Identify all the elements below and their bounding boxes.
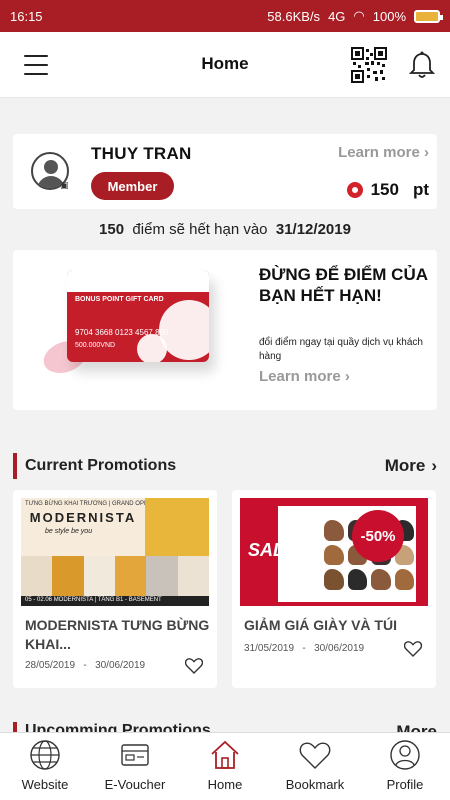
profile-icon xyxy=(390,740,420,770)
expiry-text: điểm sẽ hết hạn vào xyxy=(132,221,268,238)
current-promotions-title: Current Promotions xyxy=(25,457,177,474)
current-promotions-more-link[interactable]: More › xyxy=(385,456,437,476)
notification-bell-icon[interactable] xyxy=(409,51,435,79)
signal-label: 4G xyxy=(328,8,346,24)
promotion-card[interactable]: TƯNG BỪNG KHAI TRƯƠNG | GRAND OPENING MO… xyxy=(13,490,217,688)
network-speed: 58.6KB/s xyxy=(267,8,321,24)
promotion-image: -50% SALE xyxy=(240,498,428,606)
promo-image-discount: -50% xyxy=(352,510,404,562)
bookmark-heart-icon[interactable] xyxy=(404,641,422,657)
member-tier-badge: Member xyxy=(91,172,174,200)
status-indicators: 58.6KB/s 4G ◠ 100% xyxy=(267,8,443,24)
profile-learn-more-label: Learn more xyxy=(338,144,420,161)
tab-label: Home xyxy=(207,777,243,792)
gift-card-amount: 500.000VND xyxy=(75,342,116,349)
bottom-tab-bar: Website E-Voucher Home Bookmark Profile xyxy=(0,732,450,800)
profile-learn-more-link[interactable]: Learn more › xyxy=(338,144,429,161)
gift-card-image: BONUS POINT GIFT CARD 9704 3668 0123 456… xyxy=(67,270,209,362)
promo-image-brand: MODERNISTA xyxy=(29,510,137,525)
more-label: More xyxy=(384,456,426,475)
tab-label: Profile xyxy=(386,777,424,792)
promotion-dates: 28/05/2019 - 30/06/2019 xyxy=(25,660,146,671)
home-icon xyxy=(211,740,239,769)
gift-banner-subtitle: đổi điểm ngay tại quầy dịch vụ khách hàn… xyxy=(259,337,423,362)
tab-e-voucher[interactable]: E-Voucher xyxy=(90,733,180,800)
chevron-right-icon: › xyxy=(424,144,429,161)
profile-card[interactable]: ▣ THUY TRAN Member Learn more › 150 pt xyxy=(13,134,437,209)
tab-label: E-Voucher xyxy=(104,777,166,792)
promotion-card[interactable]: -50% SALE GIẢM GIÁ GIÀY VÀ TÚI 31/05/201… xyxy=(232,490,436,688)
camera-icon[interactable]: ▣ xyxy=(60,180,69,191)
points-balance: 150 pt xyxy=(346,180,429,200)
tab-label: Website xyxy=(21,777,69,792)
battery-text: 100% xyxy=(372,8,406,24)
expiry-date: 31/12/2019 xyxy=(275,221,351,238)
promotion-end-date: 30/06/2019 xyxy=(95,660,146,671)
gift-card-number: 9704 3668 0123 4567 890 xyxy=(75,328,169,337)
globe-icon xyxy=(30,740,60,770)
promotion-dates: 31/05/2019 - 30/06/2019 xyxy=(244,643,365,654)
gift-banner-title: ĐỪNG ĐỂ ĐIỂM CỦA BẠN HẾT HẠN! xyxy=(259,265,428,305)
wifi-icon: ◠ xyxy=(353,8,365,23)
chevron-right-icon: › xyxy=(431,456,437,475)
promo-image-strip: 05 - 02.06 MODERNISTA | TẦNG B1 - BASEME… xyxy=(21,596,209,606)
tab-label: Bookmark xyxy=(285,777,345,792)
voucher-icon xyxy=(121,744,149,766)
promotion-title: GIẢM GIÁ GIÀY VÀ TÚI xyxy=(244,617,397,633)
promo-image-tagline: be style be you xyxy=(45,528,93,535)
promo-image-sale: SALE xyxy=(248,540,297,560)
gift-learn-more-label: Learn more xyxy=(259,368,341,385)
gift-card-banner[interactable]: BONUS POINT GIFT CARD 9704 3668 0123 456… xyxy=(13,250,437,410)
tab-home[interactable]: Home xyxy=(180,733,270,800)
chevron-right-icon: › xyxy=(344,368,350,385)
points-unit: pt xyxy=(412,180,429,199)
expiry-points: 150 xyxy=(99,221,125,238)
gift-learn-more-link[interactable]: Learn more › xyxy=(259,368,350,385)
points-value: 150 xyxy=(370,180,399,199)
app-header: Home xyxy=(0,32,450,98)
current-promotions-header: Current Promotions More › xyxy=(13,453,437,479)
heart-icon xyxy=(299,742,331,769)
qr-code-icon[interactable] xyxy=(351,47,387,83)
tab-bookmark[interactable]: Bookmark xyxy=(270,733,360,800)
bookmark-heart-icon[interactable] xyxy=(185,658,203,674)
section-accent-bar xyxy=(13,453,17,479)
status-time: 16:15 xyxy=(10,8,43,24)
rose-points-icon xyxy=(346,182,363,198)
tab-website[interactable]: Website xyxy=(0,733,90,800)
tab-profile[interactable]: Profile xyxy=(360,733,450,800)
gift-card-label: BONUS POINT GIFT CARD xyxy=(75,296,164,303)
promotion-image: TƯNG BỪNG KHAI TRƯƠNG | GRAND OPENING MO… xyxy=(21,498,209,606)
battery-icon xyxy=(414,9,443,23)
status-bar: 16:15 58.6KB/s 4G ◠ 100% xyxy=(0,0,450,32)
points-expiry-notice: 150 điểm sẽ hết hạn vào 31/12/2019 xyxy=(0,221,450,238)
promotion-start-date: 28/05/2019 xyxy=(25,660,76,671)
promotion-end-date: 30/06/2019 xyxy=(314,643,365,654)
user-name: THUY TRAN xyxy=(91,144,192,163)
promotion-start-date: 31/05/2019 xyxy=(244,643,295,654)
promotion-title: MODERNISTA TƯNG BỪNG KHAI... xyxy=(25,617,210,652)
